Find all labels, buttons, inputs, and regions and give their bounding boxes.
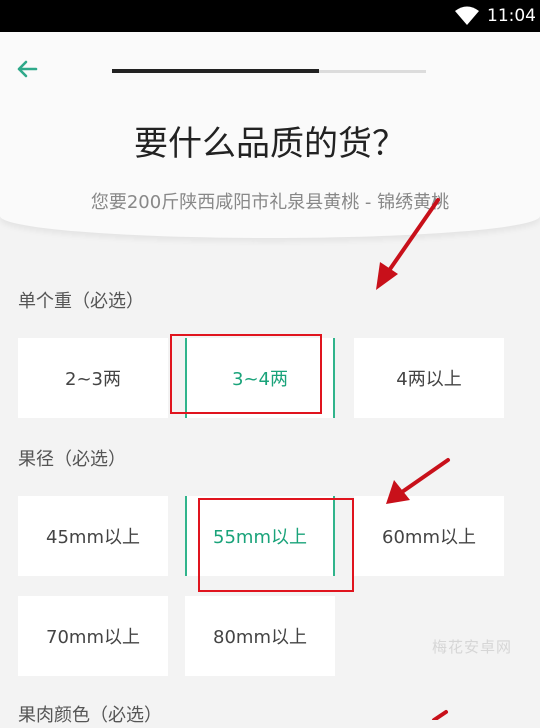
option-diameter-2[interactable]: 55mm以上: [185, 496, 335, 576]
status-time: 11:04: [487, 6, 536, 26]
progress-bar: [112, 69, 426, 73]
annotation-arrow-3: [432, 710, 448, 720]
option-weight-1[interactable]: 2~3两: [18, 338, 168, 418]
option-diameter-1[interactable]: 45mm以上: [18, 496, 168, 576]
page-title: 要什么品质的货？: [134, 124, 406, 164]
option-diameter-5[interactable]: 80mm以上: [185, 596, 335, 676]
wifi-icon: [455, 6, 479, 25]
watermark: 梅花安卓网: [432, 638, 513, 656]
arrow-left-icon[interactable]: [12, 54, 42, 84]
option-diameter-4[interactable]: 70mm以上: [18, 596, 168, 676]
progress-fill: [112, 69, 320, 73]
section-label-weight: 单个重（必选）: [18, 291, 144, 312]
status-bar: 11:04: [0, 0, 540, 32]
option-diameter-3[interactable]: 60mm以上: [354, 496, 504, 576]
option-weight-2[interactable]: 3~4两: [185, 338, 335, 418]
section-label-flesh-color: 果肉颜色（必选）: [18, 705, 162, 726]
section-label-diameter: 果径（必选）: [18, 449, 126, 470]
option-weight-3[interactable]: 4两以上: [354, 338, 504, 418]
page-subtitle: 您要200斤陕西咸阳市礼泉县黄桃 - 锦绣黄桃: [90, 192, 450, 213]
